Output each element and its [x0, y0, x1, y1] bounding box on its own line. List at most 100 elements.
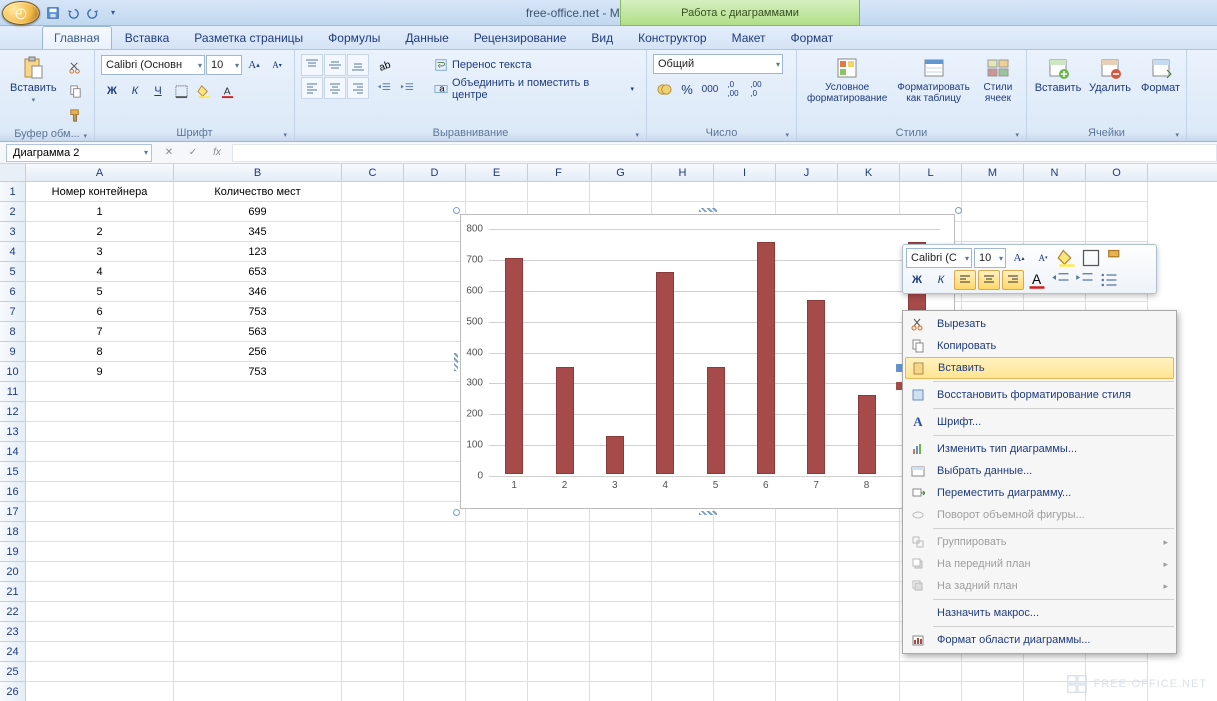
decrease-font-icon[interactable]: A▾	[266, 54, 288, 76]
increase-font-icon[interactable]: A▴	[243, 54, 265, 76]
cell[interactable]	[528, 582, 590, 602]
cell[interactable]	[590, 682, 652, 701]
mini-bold-button[interactable]: Ж	[906, 270, 928, 290]
cell[interactable]	[776, 522, 838, 542]
cell[interactable]	[26, 442, 174, 462]
col-header-J[interactable]: J	[776, 164, 838, 181]
chart-bar[interactable]	[757, 242, 775, 474]
formula-input[interactable]	[232, 144, 1217, 162]
cell[interactable]	[342, 182, 404, 202]
cell[interactable]	[838, 662, 900, 682]
format-painter-icon[interactable]	[65, 104, 87, 126]
cell[interactable]: 8	[26, 342, 174, 362]
cell[interactable]	[962, 202, 1024, 222]
cell[interactable]	[714, 642, 776, 662]
cell[interactable]	[404, 382, 466, 402]
cell[interactable]	[652, 622, 714, 642]
cell[interactable]: Количество мест	[174, 182, 342, 202]
cell[interactable]	[404, 562, 466, 582]
tab-review[interactable]: Рецензирование	[462, 26, 579, 49]
tab-chart-format[interactable]: Формат	[779, 26, 846, 49]
chart-bar[interactable]	[807, 300, 825, 474]
cell[interactable]	[466, 542, 528, 562]
cell[interactable]	[404, 422, 466, 442]
col-header-F[interactable]: F	[528, 164, 590, 181]
row-header[interactable]: 14	[0, 442, 26, 462]
mini-bullets-icon[interactable]	[1098, 270, 1120, 290]
mini-decrease-indent-icon[interactable]	[1050, 270, 1072, 290]
cell[interactable]	[342, 342, 404, 362]
mini-size-combo[interactable]: 10	[974, 248, 1006, 268]
cell[interactable]	[342, 362, 404, 382]
cell[interactable]	[26, 642, 174, 662]
cell[interactable]	[776, 622, 838, 642]
tab-insert[interactable]: Вставка	[113, 26, 182, 49]
cell[interactable]	[404, 262, 466, 282]
mini-format-painter-icon[interactable]	[1104, 248, 1126, 268]
chart-bar[interactable]	[707, 367, 725, 474]
cell[interactable]	[342, 602, 404, 622]
mini-font-combo[interactable]: Calibri (С	[906, 248, 972, 268]
chart-plot-area[interactable]: 0100200300400500600700800123456789	[489, 229, 940, 474]
wrap-text-button[interactable]: Перенос текста	[428, 54, 640, 76]
cell[interactable]	[962, 182, 1024, 202]
align-right-icon[interactable]	[347, 77, 369, 99]
mini-increase-indent-icon[interactable]	[1074, 270, 1096, 290]
cell[interactable]	[404, 282, 466, 302]
cell[interactable]	[1086, 222, 1148, 242]
cell[interactable]	[528, 522, 590, 542]
chart-object[interactable]: 0100200300400500600700800123456789	[460, 214, 955, 509]
cell[interactable]	[838, 542, 900, 562]
undo-icon[interactable]	[64, 4, 82, 22]
cell[interactable]	[26, 622, 174, 642]
cm-select-data[interactable]: Выбрать данные...	[905, 460, 1174, 482]
fill-color-icon[interactable]	[193, 80, 215, 102]
italic-button[interactable]: К	[124, 80, 146, 102]
cell[interactable]	[652, 562, 714, 582]
tab-chart-design[interactable]: Конструктор	[626, 26, 718, 49]
cell[interactable]	[962, 682, 1024, 701]
cell[interactable]	[776, 642, 838, 662]
mini-fill-color-icon[interactable]	[1056, 248, 1078, 268]
cell[interactable]	[838, 582, 900, 602]
merge-center-button[interactable]: aОбъединить и поместить в центре▾	[428, 78, 640, 100]
decrease-decimal-icon[interactable]: ,00,0	[745, 78, 767, 100]
chart-bar[interactable]	[606, 436, 624, 474]
cell[interactable]	[26, 522, 174, 542]
increase-decimal-icon[interactable]: ,0,00	[722, 78, 744, 100]
cell[interactable]	[342, 322, 404, 342]
cell[interactable]	[174, 522, 342, 542]
cell[interactable]	[900, 182, 962, 202]
cell[interactable]	[714, 662, 776, 682]
cell[interactable]: 753	[174, 362, 342, 382]
cell[interactable]	[342, 582, 404, 602]
cell[interactable]	[528, 182, 590, 202]
col-header-A[interactable]: A	[26, 164, 174, 181]
cell[interactable]	[174, 482, 342, 502]
cell[interactable]: 9	[26, 362, 174, 382]
cell[interactable]: 345	[174, 222, 342, 242]
cell[interactable]	[342, 222, 404, 242]
col-header-G[interactable]: G	[590, 164, 652, 181]
font-color-icon[interactable]: A	[216, 80, 238, 102]
cell[interactable]	[590, 582, 652, 602]
row-header[interactable]: 25	[0, 662, 26, 682]
increase-indent-icon[interactable]	[396, 77, 418, 99]
cell[interactable]	[342, 282, 404, 302]
cell[interactable]	[528, 622, 590, 642]
select-all-corner[interactable]	[0, 164, 26, 181]
cell[interactable]	[528, 542, 590, 562]
row-header[interactable]: 22	[0, 602, 26, 622]
fx-icon[interactable]: fx	[208, 144, 226, 162]
comma-icon[interactable]: 000	[699, 78, 721, 100]
cell[interactable]: 699	[174, 202, 342, 222]
cell[interactable]	[174, 622, 342, 642]
chart-bar[interactable]	[858, 395, 876, 474]
cell[interactable]	[404, 482, 466, 502]
cm-cut[interactable]: Вырезать	[905, 313, 1174, 335]
cell[interactable]	[404, 402, 466, 422]
row-header[interactable]: 9	[0, 342, 26, 362]
cell[interactable]	[466, 622, 528, 642]
col-header-L[interactable]: L	[900, 164, 962, 181]
cell[interactable]	[174, 562, 342, 582]
